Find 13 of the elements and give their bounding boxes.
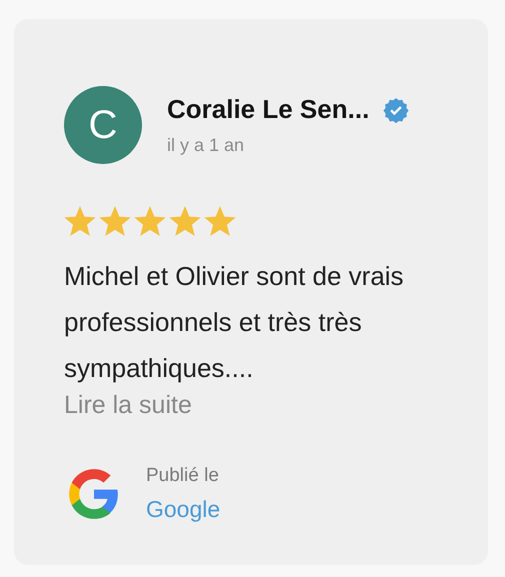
read-more-link[interactable]: Lire la suite <box>64 391 192 420</box>
review-time: il y a 1 an <box>167 135 246 156</box>
published-label: Publié le <box>146 465 220 487</box>
author-name: Coralie Le Sen... <box>167 94 370 125</box>
star-icon <box>98 206 132 238</box>
source-link[interactable]: Google <box>146 496 220 523</box>
star-icon <box>168 206 202 238</box>
review-text: Michel et Olivier sont de vrais professionnels et très très sympathiques.... <box>64 260 405 385</box>
star-icon <box>133 206 167 238</box>
star-icon <box>63 206 97 238</box>
google-logo-icon <box>68 468 120 520</box>
star-icon <box>203 206 237 238</box>
avatar: C <box>64 86 142 164</box>
